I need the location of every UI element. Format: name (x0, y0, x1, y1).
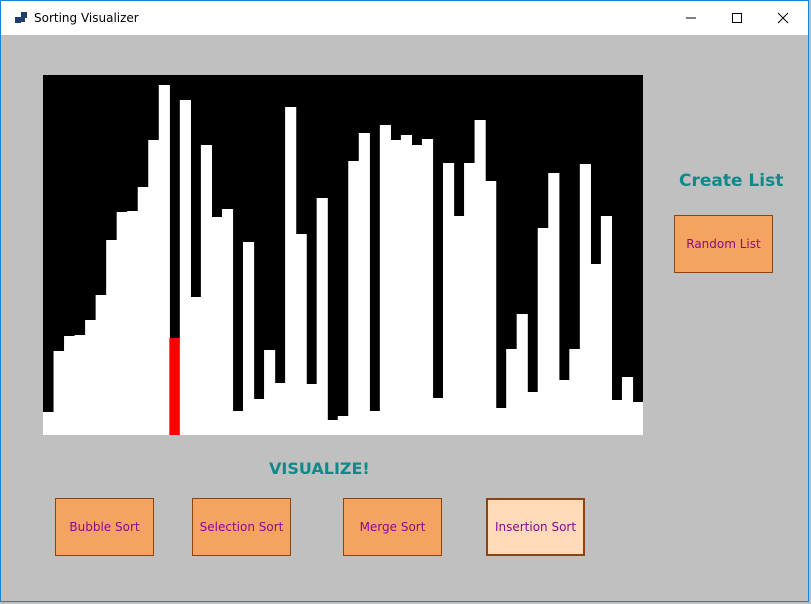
bar (116, 212, 128, 435)
bar (348, 161, 360, 435)
visualize-heading: VISUALIZE! (269, 459, 370, 478)
bar (337, 416, 349, 435)
title-bar[interactable]: Sorting Visualizer (1, 1, 808, 35)
bar (548, 173, 560, 435)
bar (621, 377, 634, 435)
bar (200, 145, 213, 435)
bar (306, 384, 318, 435)
app-icon (15, 12, 27, 24)
insertion-sort-button[interactable]: Insertion Sort (486, 498, 585, 556)
bar (485, 181, 497, 435)
bar (379, 125, 391, 435)
bar (600, 216, 613, 435)
bar (369, 411, 381, 435)
bar (53, 351, 65, 435)
bars-chart (43, 85, 643, 435)
bar (179, 100, 191, 435)
maximize-icon[interactable] (714, 1, 760, 35)
bar (358, 133, 370, 435)
bar (590, 264, 602, 435)
bar (464, 163, 476, 435)
bar (232, 411, 244, 435)
bar (137, 187, 149, 435)
minimize-icon[interactable] (668, 1, 714, 35)
bubble-sort-button[interactable]: Bubble Sort (55, 498, 154, 556)
bar (495, 408, 507, 435)
bar (148, 140, 160, 435)
bar (285, 107, 297, 435)
bar (74, 335, 86, 435)
bar (316, 198, 328, 435)
bar (400, 135, 413, 435)
bar (43, 412, 55, 435)
bar (558, 380, 570, 435)
bar (295, 234, 307, 435)
bar (106, 240, 118, 435)
bar (611, 400, 623, 435)
bar (579, 164, 591, 435)
bar (527, 392, 539, 435)
bar-canvas (43, 75, 643, 435)
bar (569, 349, 581, 435)
selection-sort-button[interactable]: Selection Sort (192, 498, 291, 556)
active-bar (169, 338, 181, 435)
bar (327, 420, 339, 435)
bar (390, 140, 402, 435)
bar (537, 228, 549, 435)
bar (411, 145, 423, 435)
bar (264, 350, 276, 435)
bar (453, 216, 465, 435)
bar (127, 211, 139, 435)
bar (274, 383, 286, 435)
bar (632, 402, 643, 435)
bar (243, 242, 255, 435)
bar (421, 139, 434, 435)
window-title: Sorting Visualizer (34, 11, 139, 25)
create-list-heading: Create List (679, 171, 784, 191)
bar (443, 163, 455, 435)
bar (95, 295, 107, 435)
bar (221, 209, 234, 435)
merge-sort-button[interactable]: Merge Sort (343, 498, 442, 556)
bar (506, 349, 518, 435)
bar (211, 217, 223, 435)
bar (516, 314, 528, 435)
random-list-button[interactable]: Random List (674, 215, 773, 273)
bar (158, 85, 170, 435)
bar (85, 320, 97, 435)
bar (474, 120, 486, 435)
bar (253, 399, 265, 435)
bar (432, 398, 444, 435)
bar (190, 297, 202, 435)
app-window: Sorting Visualizer Create List Random Li… (0, 0, 809, 602)
bar (64, 336, 76, 435)
close-icon[interactable] (760, 1, 806, 35)
